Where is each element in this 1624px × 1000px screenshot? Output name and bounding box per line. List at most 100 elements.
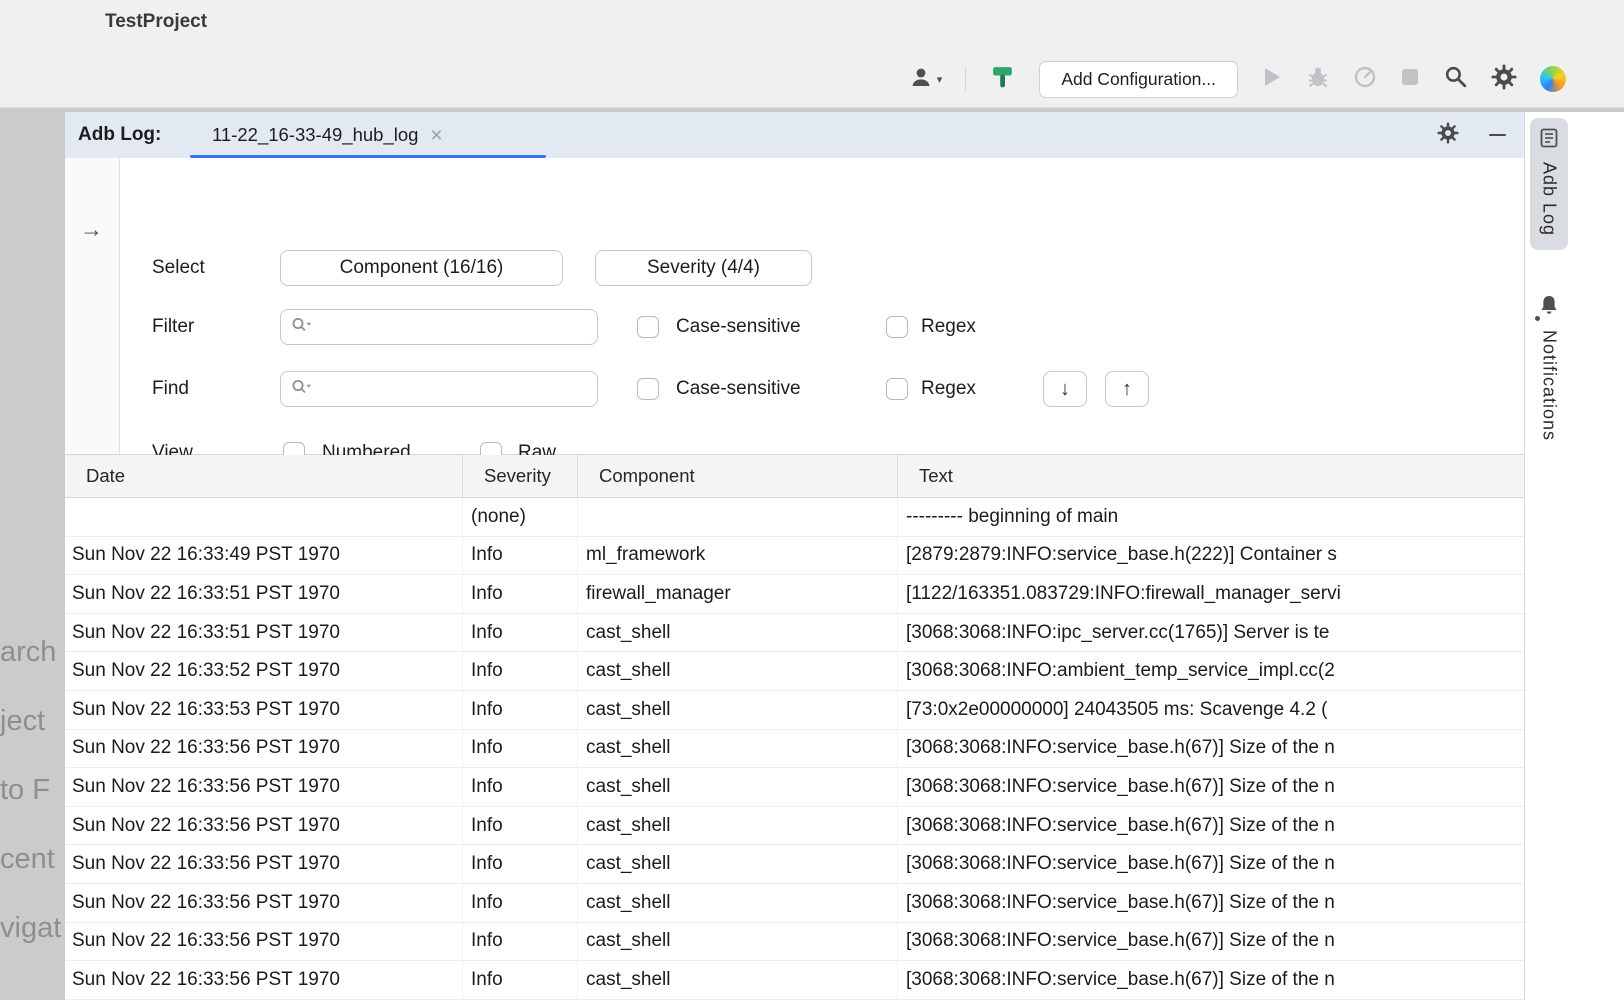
table-row[interactable]: Sun Nov 22 16:33:56 PST 1970Infocast_she… xyxy=(65,961,1524,1000)
table-row[interactable]: Sun Nov 22 16:33:49 PST 1970Infoml_frame… xyxy=(65,537,1524,576)
background-text-fragment: cent xyxy=(0,843,55,876)
filter-case-sensitive-checkbox[interactable] xyxy=(637,316,659,338)
hide-panel-button[interactable] xyxy=(1489,134,1506,137)
background-text-fragment: to F xyxy=(0,774,50,807)
cell-date xyxy=(65,498,463,536)
column-header-severity[interactable]: Severity xyxy=(463,455,578,497)
column-header-date[interactable]: Date xyxy=(65,455,463,497)
column-header-component[interactable]: Component xyxy=(578,455,898,497)
add-configuration-button[interactable]: Add Configuration... xyxy=(1039,61,1238,98)
tool-window-header: Adb Log: 11-22_16-33-49_hub_log × xyxy=(65,112,1524,158)
cell-severity: Info xyxy=(463,961,578,999)
find-previous-button[interactable]: ↑ xyxy=(1105,371,1149,407)
profiler-gauge-icon xyxy=(1353,65,1377,94)
stop-button[interactable] xyxy=(1400,67,1420,92)
filter-input[interactable] xyxy=(319,312,597,342)
toolbar-divider xyxy=(965,66,966,92)
cell-date: Sun Nov 22 16:33:53 PST 1970 xyxy=(65,691,463,729)
title-bar: TestProject ▾ Add Configuration... xyxy=(0,0,1624,108)
cell-severity: Info xyxy=(463,730,578,768)
cell-text: [3068:3068:INFO:service_base.h(67)] Size… xyxy=(898,768,1524,806)
search-with-history-icon xyxy=(291,316,313,338)
debug-bug-icon xyxy=(1306,65,1330,94)
user-account-button[interactable]: ▾ xyxy=(909,65,943,94)
table-row[interactable]: Sun Nov 22 16:33:52 PST 1970Infocast_she… xyxy=(65,652,1524,691)
close-icon[interactable]: × xyxy=(430,125,442,146)
component-filter-button[interactable]: Component (16/16) xyxy=(280,250,563,286)
find-next-button[interactable]: ↓ xyxy=(1043,371,1087,407)
search-everywhere-button[interactable] xyxy=(1443,64,1468,94)
cell-text: [3068:3068:INFO:service_base.h(67)] Size… xyxy=(898,961,1524,999)
profiler-button[interactable] xyxy=(1353,65,1377,94)
cell-severity: Info xyxy=(463,807,578,845)
assistant-gradient-icon xyxy=(1540,66,1566,92)
build-hammer-button[interactable] xyxy=(989,63,1016,95)
table-row[interactable]: Sun Nov 22 16:33:56 PST 1970Infocast_she… xyxy=(65,923,1524,962)
cell-component: cast_shell xyxy=(578,961,898,999)
assistant-button[interactable] xyxy=(1540,66,1566,92)
cell-component: cast_shell xyxy=(578,884,898,922)
cell-component: cast_shell xyxy=(578,614,898,652)
table-row[interactable]: Sun Nov 22 16:33:56 PST 1970Infocast_she… xyxy=(65,768,1524,807)
filter-regex-checkbox[interactable] xyxy=(886,316,908,338)
table-row[interactable]: Sun Nov 22 16:33:56 PST 1970Infocast_she… xyxy=(65,807,1524,846)
right-tool-window-stripe: Adb Log Notifications xyxy=(1524,112,1624,1000)
background-text-fragment: arch xyxy=(0,636,56,669)
cell-date: Sun Nov 22 16:33:56 PST 1970 xyxy=(65,923,463,961)
cell-text: [3068:3068:INFO:ambient_temp_service_imp… xyxy=(898,652,1524,690)
find-regex-checkbox[interactable] xyxy=(886,378,908,400)
table-row[interactable]: Sun Nov 22 16:33:56 PST 1970Infocast_she… xyxy=(65,845,1524,884)
cell-component xyxy=(578,498,898,536)
cell-component: cast_shell xyxy=(578,730,898,768)
log-tab[interactable]: 11-22_16-33-49_hub_log × xyxy=(212,112,443,158)
cell-severity: Info xyxy=(463,884,578,922)
table-row[interactable]: Sun Nov 22 16:33:53 PST 1970Infocast_she… xyxy=(65,691,1524,730)
debug-button[interactable] xyxy=(1306,65,1330,94)
adb-log-tool-window: Adb Log: 11-22_16-33-49_hub_log × → Sele… xyxy=(65,112,1524,1000)
cell-severity: Info xyxy=(463,537,578,575)
window-title: TestProject xyxy=(105,11,207,33)
adb-log-document-icon xyxy=(1540,128,1558,153)
cell-severity: Info xyxy=(463,923,578,961)
cell-text: [1122/163351.083729:INFO:firewall_manage… xyxy=(898,575,1524,613)
cell-severity: Info xyxy=(463,652,578,690)
table-row[interactable]: Sun Nov 22 16:33:56 PST 1970Infocast_she… xyxy=(65,884,1524,923)
find-case-sensitive-checkbox[interactable] xyxy=(637,378,659,400)
table-row[interactable]: Sun Nov 22 16:33:51 PST 1970Infofirewall… xyxy=(65,575,1524,614)
table-row[interactable]: Sun Nov 22 16:33:51 PST 1970Infocast_she… xyxy=(65,614,1524,653)
table-row[interactable]: (none)--------- beginning of main xyxy=(65,498,1524,537)
collapse-panel-arrow-icon[interactable]: → xyxy=(80,216,103,243)
background-text-fragment: ject xyxy=(0,705,45,738)
cell-component: cast_shell xyxy=(578,652,898,690)
cell-date: Sun Nov 22 16:33:51 PST 1970 xyxy=(65,575,463,613)
severity-filter-button[interactable]: Severity (4/4) xyxy=(595,250,812,286)
filter-panel: → Select Component (16/16) Severity (4/4… xyxy=(65,158,1524,455)
table-row[interactable]: Sun Nov 22 16:33:56 PST 1970Infocast_she… xyxy=(65,730,1524,769)
cell-text: [73:0x2e00000000] 24043505 ms: Scavenge … xyxy=(898,691,1524,729)
stop-square-icon xyxy=(1400,67,1420,92)
cell-text: [3068:3068:INFO:service_base.h(67)] Size… xyxy=(898,845,1524,883)
build-hammer-icon xyxy=(989,63,1016,95)
find-label: Find xyxy=(152,371,189,407)
filter-regex-label: Regex xyxy=(921,309,976,345)
select-label: Select xyxy=(152,250,205,286)
cell-date: Sun Nov 22 16:33:56 PST 1970 xyxy=(65,768,463,806)
run-button[interactable] xyxy=(1261,65,1283,94)
stripe-tab-notifications-label: Notifications xyxy=(1539,330,1560,441)
stripe-tab-adb-log[interactable]: Adb Log xyxy=(1530,118,1568,250)
cell-date: Sun Nov 22 16:33:56 PST 1970 xyxy=(65,730,463,768)
cell-severity: Info xyxy=(463,691,578,729)
cell-date: Sun Nov 22 16:33:56 PST 1970 xyxy=(65,961,463,999)
notifications-bell-icon xyxy=(1539,294,1559,321)
cell-date: Sun Nov 22 16:33:56 PST 1970 xyxy=(65,845,463,883)
settings-button[interactable] xyxy=(1491,64,1517,95)
stripe-tab-notifications[interactable]: Notifications xyxy=(1530,284,1568,455)
find-input[interactable] xyxy=(319,374,597,404)
cell-component: cast_shell xyxy=(578,691,898,729)
run-icon xyxy=(1261,65,1283,94)
cell-component: cast_shell xyxy=(578,807,898,845)
column-header-text[interactable]: Text xyxy=(898,455,1524,497)
filter-panel-gutter: → xyxy=(65,158,120,454)
panel-settings-button[interactable] xyxy=(1437,122,1459,149)
background-window: archjectto Fcentvigat xyxy=(0,108,65,1000)
